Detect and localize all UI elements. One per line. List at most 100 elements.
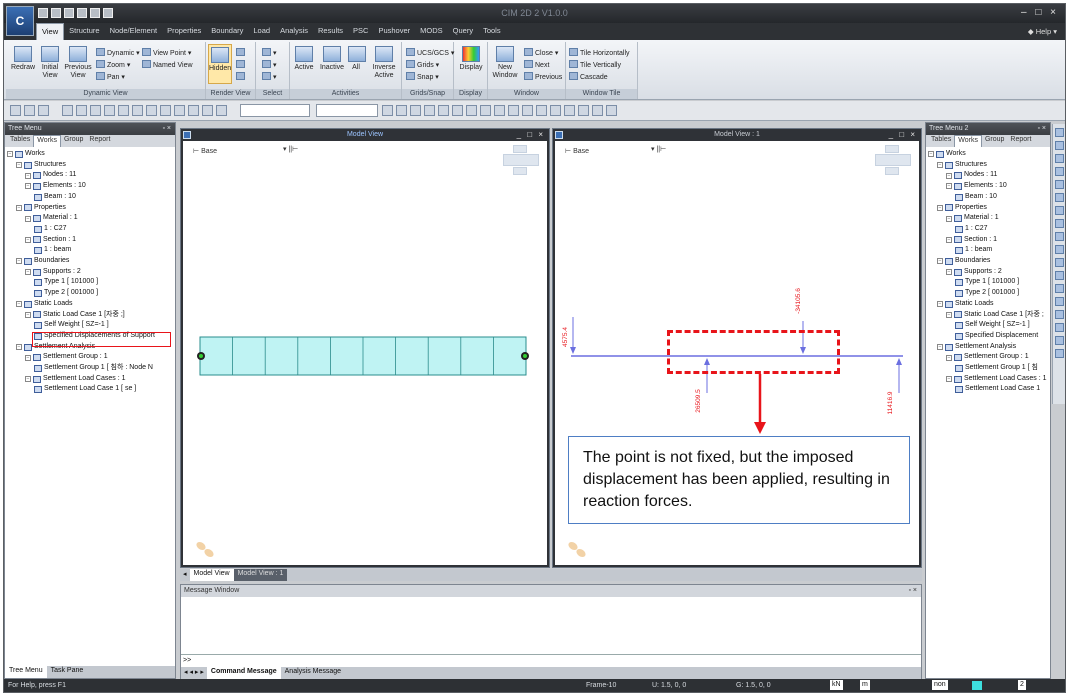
snap-button[interactable]: Snap ▾ — [406, 72, 439, 81]
redraw-button[interactable]: Redraw — [10, 46, 36, 72]
previous-window-button[interactable]: Previous — [524, 72, 562, 81]
view-tab[interactable]: Model View : 1 — [233, 569, 288, 581]
bottom-tab-tree-menu[interactable]: Tree Menu — [5, 666, 47, 678]
tree-item[interactable]: Type 1 [ 101000 ] — [928, 277, 1050, 288]
toolbar-tool-icon[interactable] — [494, 105, 505, 116]
tree-item[interactable]: − Properties — [7, 203, 175, 214]
new-window-button[interactable]: New Window — [490, 46, 520, 80]
bottom-tab-task-pane[interactable]: Task Pane — [47, 666, 88, 678]
toolbar-tool-icon[interactable] — [424, 105, 435, 116]
toolbar-tool-icon[interactable] — [438, 105, 449, 116]
toolbar-tool-icon[interactable] — [522, 105, 533, 116]
tree-item[interactable]: − Settlement Group : 1 — [7, 352, 175, 363]
side-tool-icon[interactable] — [1055, 232, 1064, 241]
unit-length-select[interactable]: m — [860, 680, 870, 690]
panel-tab-report[interactable]: Report — [1007, 135, 1034, 147]
expand-toggle-icon[interactable]: − — [25, 215, 31, 222]
tree-item[interactable]: Type 2 [ 001000 ] — [7, 288, 175, 299]
select-window-button[interactable]: ▾ — [262, 60, 277, 69]
tree-item[interactable]: − Supports : 2 — [7, 267, 175, 278]
expand-toggle-icon[interactable]: − — [937, 301, 943, 308]
toolbar-tool-icon[interactable] — [216, 105, 227, 116]
toolbar-tool-icon[interactable] — [24, 105, 35, 116]
message-tab[interactable]: Analysis Message — [281, 667, 345, 679]
toolbar-tool-icon[interactable] — [578, 105, 589, 116]
side-tool-icon[interactable] — [1055, 271, 1064, 280]
tree-item[interactable]: Self Weight [ SZ=-1 ] — [928, 320, 1050, 331]
message-tab-nav-icon[interactable]: ◂ ◂ ▸ ▸ — [181, 667, 207, 679]
tab-pushover[interactable]: Pushover — [373, 23, 415, 40]
toolbar-tool-icon[interactable] — [104, 105, 115, 116]
tree-item[interactable]: − Settlement Analysis — [928, 342, 1050, 353]
side-tool-icon[interactable] — [1055, 167, 1064, 176]
all-button[interactable]: All — [348, 46, 366, 72]
side-tool-icon[interactable] — [1055, 323, 1064, 332]
side-tool-icon[interactable] — [1055, 349, 1064, 358]
expand-toggle-icon[interactable]: − — [937, 162, 943, 169]
toolbar-tool-icon[interactable] — [536, 105, 547, 116]
toolbar-select-1[interactable] — [240, 104, 310, 117]
tree-item[interactable]: 1 : beam — [7, 245, 175, 256]
expand-toggle-icon[interactable]: − — [16, 344, 22, 350]
pan-button[interactable]: Pan ▾ — [96, 72, 125, 81]
expand-toggle-icon[interactable]: − — [946, 183, 952, 190]
tree-item[interactable]: − Static Loads — [7, 299, 175, 310]
expand-toggle-icon[interactable]: − — [16, 301, 22, 308]
window-controls[interactable]: – □ × — [1021, 7, 1059, 18]
color-swatch[interactable] — [972, 681, 982, 690]
tree-item[interactable]: − Works — [928, 149, 1050, 160]
tree-item[interactable]: Beam : 10 — [928, 192, 1050, 203]
side-tool-icon[interactable] — [1055, 219, 1064, 228]
snap-mode-select[interactable]: non — [932, 680, 948, 690]
page-number-input[interactable]: 2 — [1018, 680, 1026, 690]
toolbar-tool-icon[interactable] — [592, 105, 603, 116]
tree-item[interactable]: Settlement Group 1 [ 침 — [928, 363, 1050, 374]
side-tool-icon[interactable] — [1055, 180, 1064, 189]
tree-item[interactable]: Settlement Load Case 1 — [928, 384, 1050, 395]
tree-item[interactable]: Type 2 [ 001000 ] — [928, 288, 1050, 299]
expand-toggle-icon[interactable]: − — [937, 258, 943, 265]
tree-item[interactable]: − Settlement Load Cases : 1 — [7, 374, 175, 385]
expand-toggle-icon[interactable]: − — [946, 376, 952, 383]
tree-item[interactable]: 1 : C27 — [7, 224, 175, 235]
expand-toggle-icon[interactable]: − — [946, 269, 952, 276]
tree-item[interactable]: − Structures — [7, 160, 175, 171]
model-view-left-controls[interactable]: _ □ × — [517, 129, 545, 141]
toolbar-tool-icon[interactable] — [174, 105, 185, 116]
tab-psc[interactable]: PSC — [348, 23, 373, 40]
expand-toggle-icon[interactable]: − — [16, 162, 22, 169]
tree-item[interactable]: − Boundaries — [928, 256, 1050, 267]
panel-pin-icon[interactable]: ▫ × — [1037, 123, 1046, 135]
previous-view-button[interactable]: Previous View — [64, 46, 92, 80]
tree-item[interactable]: − Nodes : 11 — [7, 170, 175, 181]
tree-item[interactable]: − Static Load Case 1 [자중 ; — [928, 310, 1050, 321]
expand-toggle-icon[interactable]: − — [946, 172, 952, 179]
view-tab[interactable]: Model View — [189, 569, 234, 581]
toolbar-tool-icon[interactable] — [508, 105, 519, 116]
panel-tab-tables[interactable]: Tables — [928, 135, 954, 147]
tree-item[interactable]: − Structures — [928, 160, 1050, 171]
close-window-button[interactable]: Close ▾ — [524, 48, 558, 57]
command-prompt[interactable]: >> — [183, 657, 191, 664]
toolbar-tool-icon[interactable] — [76, 105, 87, 116]
tile-horizontally-button[interactable]: Tile Horizontally — [569, 48, 630, 57]
expand-toggle-icon[interactable]: − — [946, 354, 952, 361]
ucs-gcs-button[interactable]: UCS/GCS ▾ — [406, 48, 454, 57]
toolbar-tool-icon[interactable] — [10, 105, 21, 116]
tab-mods[interactable]: MODS — [415, 23, 448, 40]
expand-toggle-icon[interactable]: − — [937, 344, 943, 350]
tree-item[interactable]: − Material : 1 — [928, 213, 1050, 224]
side-tool-icon[interactable] — [1055, 245, 1064, 254]
side-tool-icon[interactable] — [1055, 284, 1064, 293]
side-tool-icon[interactable] — [1055, 297, 1064, 306]
toolbar-tool-icon[interactable] — [606, 105, 617, 116]
next-window-button[interactable]: Next — [524, 60, 549, 69]
tree-item[interactable]: − Nodes : 11 — [928, 170, 1050, 181]
toolbar-tool-icon[interactable] — [550, 105, 561, 116]
toolbar-tool-icon[interactable] — [452, 105, 463, 116]
tab-results[interactable]: Results — [313, 23, 348, 40]
toolbar-tool-icon[interactable] — [146, 105, 157, 116]
panel-tab-group[interactable]: Group — [61, 135, 86, 147]
expand-toggle-icon[interactable]: − — [946, 311, 952, 318]
tree-item[interactable]: − Settlement Group : 1 — [928, 352, 1050, 363]
